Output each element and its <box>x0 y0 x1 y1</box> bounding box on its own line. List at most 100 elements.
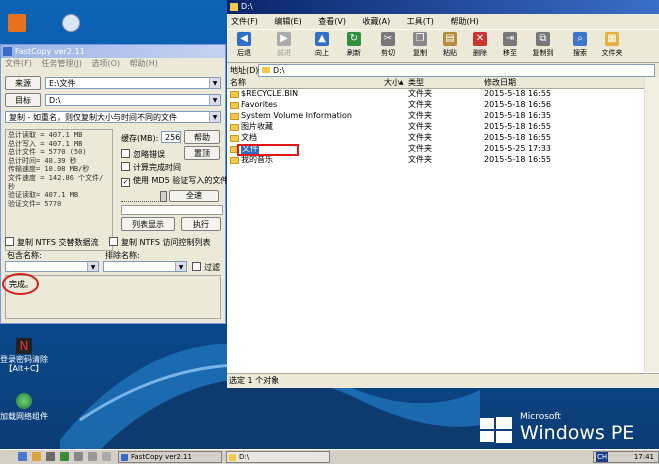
refresh-button[interactable]: ↻ 刷新 <box>343 32 365 58</box>
list-item[interactable]: Favorites 文件夹 2015-5-18 16:56 <box>227 100 645 110</box>
address-input[interactable]: D:\ <box>258 64 655 77</box>
stat-line: 传输速度= 10.08 MB/秒 <box>8 165 90 174</box>
col-type[interactable]: 类型 <box>408 77 424 88</box>
desktop-icon-password-clear[interactable]: N 登录密码清除 【Alt+C】 <box>0 338 48 373</box>
fc-menu-file[interactable]: 文件(F) <box>5 59 32 68</box>
list-item[interactable]: 文档 文件夹 2015-5-18 16:55 <box>227 133 645 143</box>
stats-panel: 总计读取 = 407.1 MB 总计写入 = 407.1 MB 总计文件 = 5… <box>5 129 113 251</box>
execute-button[interactable]: 执行 <box>181 217 221 231</box>
ex-menu-file[interactable]: 文件(F) <box>231 17 258 26</box>
quicklaunch-icon[interactable] <box>46 452 55 461</box>
help-button[interactable]: 帮助 <box>184 130 220 144</box>
chevron-down-icon[interactable]: ▼ <box>209 95 220 105</box>
ignore-errors-checkbox[interactable]: 忽略错误 <box>121 149 165 160</box>
verify-label: 使用 MD5 验证写入的文件 <box>133 176 229 185</box>
forward-button[interactable]: ▶ 前进 <box>273 32 295 58</box>
exclude-input[interactable]: ▼ <box>103 261 187 272</box>
ex-menu-view[interactable]: 查看(V) <box>318 17 346 26</box>
top-button[interactable]: 置顶 <box>184 146 220 160</box>
list-button[interactable]: 列表显示 <box>121 217 175 231</box>
vertical-scrollbar[interactable] <box>644 77 659 372</box>
fastcopy-window[interactable]: FastCopy ver2.11 文件(F) 任务管理(J) 选项(O) 帮助(… <box>0 44 228 324</box>
cut-button[interactable]: ✂ 剪切 <box>377 32 399 58</box>
source-button[interactable]: 来源 <box>5 76 41 90</box>
desktop-icon-network[interactable]: 加载网络组件 <box>0 393 48 422</box>
desktop-icon-label: 登录密码清除 【Alt+C】 <box>0 355 48 373</box>
address-value: D:\ <box>273 66 285 75</box>
quicklaunch-icon[interactable] <box>102 452 111 461</box>
copy-to-button[interactable]: ⧉ 复制到 <box>529 32 557 58</box>
list-item[interactable]: 图片收藏 文件夹 2015-5-18 16:55 <box>227 122 645 132</box>
ex-menu-help[interactable]: 帮助(H) <box>450 17 478 26</box>
col-date[interactable]: 修改日期 <box>484 77 516 88</box>
task-explorer[interactable]: D:\ <box>226 451 330 463</box>
filter-checkbox[interactable]: 过滤 <box>192 262 220 273</box>
ex-menu-tools[interactable]: 工具(T) <box>407 17 434 26</box>
list-item[interactable]: $RECYCLE.BIN 文件夹 2015-5-18 16:55 <box>227 89 645 99</box>
selection-status: 选定 1 个对象 <box>229 376 280 385</box>
stat-line: 总计读取 = 407.1 MB <box>8 131 83 139</box>
move-to-icon: ⇥ <box>503 32 517 46</box>
system-tray: CH 17:41 <box>593 451 659 463</box>
ex-menu-edit[interactable]: 编辑(E) <box>274 17 301 26</box>
windows-pe-label: Windows PE <box>520 422 635 444</box>
col-name[interactable]: 名称 <box>230 77 246 88</box>
search-icon: ⌕ <box>573 32 587 46</box>
include-label: 包含名称: <box>7 251 42 260</box>
buffer-input[interactable]: 256 <box>161 131 181 143</box>
quicklaunch-icon[interactable] <box>74 452 83 461</box>
ime-indicator[interactable]: CH <box>596 452 609 462</box>
copy-button[interactable]: ❐ 复制 <box>409 32 431 58</box>
list-item[interactable]: System Volume Information 文件夹 2015-5-18 16… <box>227 111 645 121</box>
ntfs-stream-checkbox[interactable]: 复制 NTFS 交替数据流 <box>5 237 99 248</box>
verify-checkbox[interactable]: ✓ 使用 MD5 验证写入的文件 <box>121 176 228 187</box>
search-button[interactable]: ⌕ 搜索 <box>569 32 591 58</box>
up-button[interactable]: ▲ 向上 <box>311 32 333 58</box>
exclude-label: 排除名称: <box>105 251 140 260</box>
quicklaunch-icon[interactable] <box>18 452 27 461</box>
quicklaunch-icon[interactable] <box>88 452 97 461</box>
ex-menu-favorites[interactable]: 收藏(A) <box>363 17 391 26</box>
paste-button[interactable]: ▤ 粘贴 <box>439 32 461 58</box>
dest-button[interactable]: 目标 <box>5 93 41 107</box>
dest-path-field[interactable]: D:\ ▼ <box>45 94 221 106</box>
delete-button[interactable]: ✕ 删除 <box>469 32 491 58</box>
file-list: $RECYCLE.BIN 文件夹 2015-5-18 16:55 Favorites… <box>227 89 645 372</box>
folder-icon <box>230 157 239 164</box>
dest-path: D:\ <box>49 96 61 105</box>
back-button[interactable]: ◀ 后退 <box>233 32 255 58</box>
windows-pe-logo: Microsoft Windows PE <box>478 412 653 448</box>
explorer-window[interactable]: D:\ 文件(F) 编辑(E) 查看(V) 收藏(A) 工具(T) 帮助(H) … <box>227 0 659 388</box>
quicklaunch-icon[interactable] <box>60 452 69 461</box>
copy-mode-select[interactable]: 复制 - 如重名，则仅复制大小与时间不同的文件 ▼ <box>5 111 221 123</box>
chevron-down-icon[interactable]: ▼ <box>209 78 220 88</box>
quicklaunch-icon[interactable] <box>32 452 41 461</box>
ntfs-acl-checkbox[interactable]: 复制 NTFS 访问控制列表 <box>109 237 211 248</box>
folders-button[interactable]: ▦ 文件夹 <box>599 32 625 58</box>
fc-menu-job[interactable]: 任务管理(J) <box>41 59 82 68</box>
desktop-icon-fastcopy[interactable] <box>4 14 30 32</box>
task-fastcopy[interactable]: FastCopy ver2.11 <box>118 451 222 463</box>
folders-icon: ▦ <box>605 32 619 46</box>
desktop-icon-disc[interactable] <box>58 14 84 32</box>
folder-icon <box>230 102 239 109</box>
source-path-field[interactable]: E:\文件 ▼ <box>45 77 221 89</box>
include-input[interactable]: ▼ <box>5 261 99 272</box>
slider-handle[interactable] <box>160 191 167 202</box>
folder-icon <box>229 454 236 461</box>
fc-menu-options[interactable]: 选项(O) <box>92 59 121 68</box>
chevron-down-icon[interactable]: ▼ <box>87 262 98 271</box>
fastcopy-titlebar[interactable]: FastCopy ver2.11 <box>1 45 225 58</box>
explorer-titlebar[interactable]: D:\ <box>227 0 659 14</box>
address-bar: 地址(D) D:\ <box>227 63 659 78</box>
chevron-down-icon[interactable]: ▼ <box>209 112 220 122</box>
estimate-checkbox[interactable]: 计算完成时间 <box>121 162 181 173</box>
ntfs-acl-label: 复制 NTFS 访问控制列表 <box>121 238 211 247</box>
chevron-down-icon[interactable]: ▼ <box>175 262 186 271</box>
explorer-title: D:\ <box>241 2 253 11</box>
move-to-button[interactable]: ⇥ 移至 <box>499 32 521 58</box>
col-size[interactable]: 大小 <box>372 77 400 88</box>
list-item[interactable]: 我的音乐 文件夹 2015-5-18 16:55 <box>227 155 645 165</box>
fc-menu-help[interactable]: 帮助(H) <box>130 59 158 68</box>
speed-slider[interactable] <box>121 191 167 202</box>
